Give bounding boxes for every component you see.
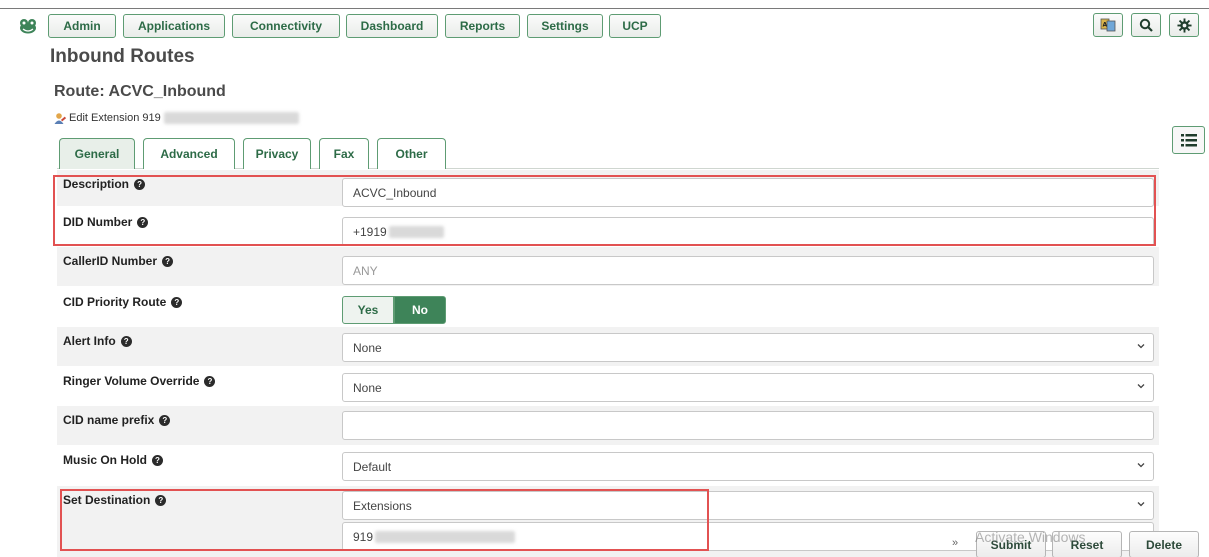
tab-advanced[interactable]: Advanced xyxy=(143,138,235,169)
top-divider xyxy=(0,8,1209,9)
description-label-text: Description xyxy=(63,177,130,191)
list-icon xyxy=(1180,133,1197,146)
help-icon[interactable]: ? xyxy=(159,414,171,426)
search-button[interactable] xyxy=(1131,13,1161,37)
cid-name-prefix-label-text: CID name prefix xyxy=(63,413,155,427)
route-title: Route: ACVC_Inbound xyxy=(54,83,226,100)
edit-extension-text: Edit Extension 919 xyxy=(69,112,161,124)
description-value: ACVC_Inbound xyxy=(353,185,437,200)
music-on-hold-label-text: Music On Hold xyxy=(63,453,147,467)
cid-priority-no-button[interactable]: No xyxy=(394,296,446,324)
callerid-number-input[interactable]: ANY xyxy=(342,256,1154,285)
redacted-extension xyxy=(163,112,299,124)
svg-text:A: A xyxy=(1103,22,1108,29)
settings-button[interactable] xyxy=(1169,13,1199,37)
nav-dashboard-button[interactable]: Dashboard xyxy=(346,14,438,38)
row-callerid-number: CallerID Number ? ANY xyxy=(57,247,1159,286)
chevron-down-icon xyxy=(1137,384,1145,389)
callerid-number-label-text: CallerID Number xyxy=(63,254,158,268)
cid-priority-label: CID Priority Route ? xyxy=(63,295,183,309)
row-description: Description ? ACVC_Inbound xyxy=(57,170,1159,207)
submit-button[interactable]: Submit xyxy=(976,531,1046,557)
tab-fax[interactable]: Fax xyxy=(319,138,369,169)
ringer-volume-value: None xyxy=(353,380,382,395)
reset-button[interactable]: Reset xyxy=(1052,531,1122,557)
nav-reports-button[interactable]: Reports xyxy=(445,14,520,38)
nav-connectivity-button[interactable]: Connectivity xyxy=(232,14,340,38)
ringer-volume-label-text: Ringer Volume Override xyxy=(63,374,200,388)
cid-priority-yes-button[interactable]: Yes xyxy=(342,296,394,324)
set-destination-label-text: Set Destination xyxy=(63,493,151,507)
action-bar: Submit Reset Delete xyxy=(948,528,1203,557)
help-icon[interactable]: ? xyxy=(155,494,167,506)
alert-info-value: None xyxy=(353,340,382,355)
help-icon[interactable]: ? xyxy=(162,255,174,267)
chevron-down-icon xyxy=(1137,344,1145,349)
description-label: Description ? xyxy=(63,177,146,191)
freepbx-frog-logo-icon[interactable] xyxy=(19,18,37,34)
help-icon[interactable]: ? xyxy=(171,296,183,308)
row-ringer-volume: Ringer Volume Override ? None xyxy=(57,367,1159,405)
ringer-volume-select[interactable]: None xyxy=(342,373,1154,402)
nav-applications-button[interactable]: Applications xyxy=(123,14,225,38)
row-cid-name-prefix: CID name prefix ? xyxy=(57,406,1159,445)
row-did-number: DID Number ? +1919 xyxy=(57,208,1159,246)
help-icon[interactable]: ? xyxy=(120,335,132,347)
did-number-value: +1919 xyxy=(353,224,387,239)
gear-icon xyxy=(1176,17,1192,33)
nav-ucp-button[interactable]: UCP xyxy=(609,14,661,38)
destination-type-select[interactable]: Extensions xyxy=(342,491,1154,520)
user-edit-icon xyxy=(54,113,66,124)
did-number-label: DID Number ? xyxy=(63,215,149,229)
callerid-number-label: CallerID Number ? xyxy=(63,254,174,268)
destination-type-value: Extensions xyxy=(353,498,412,513)
row-alert-info: Alert Info ? None xyxy=(57,327,1159,366)
row-cid-priority-route: CID Priority Route ? Yes No xyxy=(57,288,1159,326)
music-on-hold-select[interactable]: Default xyxy=(342,452,1154,481)
nav-settings-button[interactable]: Settings xyxy=(527,14,603,38)
chevron-down-icon xyxy=(1137,463,1145,468)
ringer-volume-label: Ringer Volume Override ? xyxy=(63,374,216,388)
tab-privacy[interactable]: Privacy xyxy=(243,138,311,169)
cid-name-prefix-label: CID name prefix ? xyxy=(63,413,171,427)
music-on-hold-label: Music On Hold ? xyxy=(63,453,163,467)
tab-general[interactable]: General xyxy=(59,138,135,169)
language-button[interactable]: A xyxy=(1093,13,1123,37)
sidebar-toggle-button[interactable] xyxy=(1172,126,1205,154)
top-navigation-bar: Admin Applications Connectivity Dashboar… xyxy=(0,0,1209,44)
set-destination-label: Set Destination ? xyxy=(63,493,167,507)
cid-name-prefix-input[interactable] xyxy=(342,411,1154,440)
help-icon[interactable]: ? xyxy=(134,178,146,190)
collapse-action-bar-button[interactable]: » xyxy=(952,537,958,549)
redacted-did xyxy=(388,225,444,238)
cid-priority-toggle: Yes No xyxy=(342,296,446,324)
nav-admin-button[interactable]: Admin xyxy=(48,14,116,38)
redacted-destination xyxy=(375,530,516,543)
help-icon[interactable]: ? xyxy=(152,454,163,466)
description-input[interactable]: ACVC_Inbound xyxy=(342,178,1154,207)
destination-target-value: 919 xyxy=(353,529,374,544)
row-music-on-hold: Music On Hold ? Default xyxy=(57,446,1159,484)
music-on-hold-value: Default xyxy=(353,459,392,474)
alert-info-select[interactable]: None xyxy=(342,333,1154,362)
chevron-down-icon xyxy=(1137,502,1145,507)
edit-extension-link[interactable]: Edit Extension 919 xyxy=(54,112,299,124)
tab-other[interactable]: Other xyxy=(377,138,446,169)
help-icon[interactable]: ? xyxy=(137,216,149,228)
callerid-number-placeholder: ANY xyxy=(353,263,378,278)
did-number-input[interactable]: +1919 xyxy=(342,217,1154,246)
search-icon xyxy=(1139,18,1153,32)
language-icon: A xyxy=(1100,18,1116,32)
cid-priority-label-text: CID Priority Route xyxy=(63,295,167,309)
page-title: Inbound Routes xyxy=(50,46,195,67)
help-icon[interactable]: ? xyxy=(204,375,216,387)
alert-info-label-text: Alert Info xyxy=(63,334,116,348)
delete-button[interactable]: Delete xyxy=(1129,531,1199,557)
alert-info-label: Alert Info ? xyxy=(63,334,132,348)
did-number-label-text: DID Number xyxy=(63,215,133,229)
